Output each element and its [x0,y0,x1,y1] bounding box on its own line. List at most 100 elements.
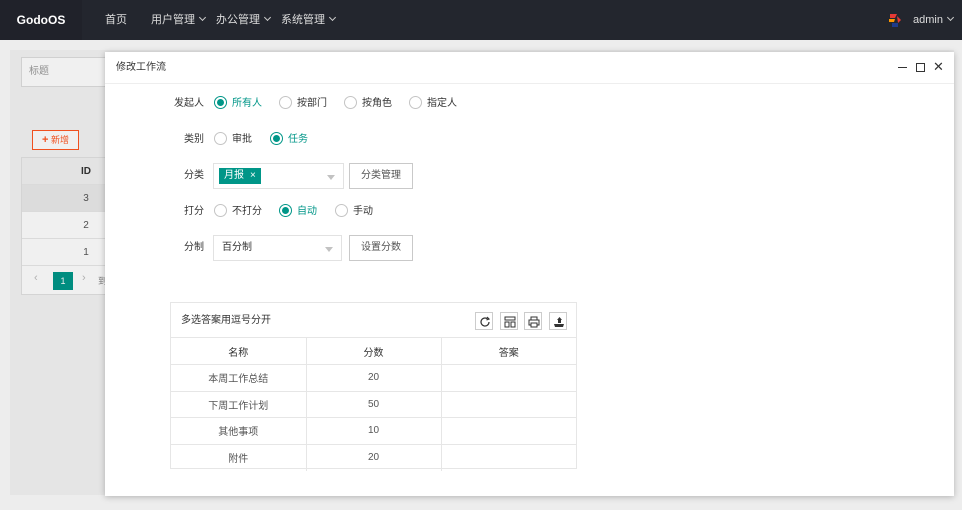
user-name: admin [913,14,943,26]
table-row[interactable]: 附件 20 [171,444,576,471]
category-row: 类别 审批 任务 [105,127,954,153]
classify-select[interactable]: 月报 × [213,163,344,189]
columns-button[interactable] [500,312,518,330]
radio-checked-icon [214,96,227,109]
edit-workflow-dialog: 修改工作流 ✕ 发起人 所有人 按部门 按角色 指定人 类别 审批 任务 分类 … [105,52,954,496]
chevron-down-icon [328,13,337,22]
score-grid: 名称 分数 答案 本周工作总结 20 下周工作计划 50 其他事项 10 附件 … [171,338,576,471]
table-title: 多选答案用逗号分开 [181,315,271,326]
nav-user-management-label: 用户管理 [151,14,195,26]
print-button[interactable] [524,312,542,330]
radio-category-approval[interactable]: 审批 [214,132,252,147]
chevron-down-icon [198,13,207,22]
avatar-icon[interactable] [886,11,904,29]
cell-score[interactable]: 50 [306,391,442,418]
table-row[interactable]: 其他事项 10 [171,417,576,445]
radio-initiator-all[interactable]: 所有人 [214,96,262,111]
radio-checked-icon [279,204,292,217]
radio-unchecked-icon [214,132,227,145]
print-icon [528,316,540,328]
radio-label: 自动 [297,206,317,218]
nav-system-management-label: 系统管理 [281,14,325,26]
cell-answer[interactable] [441,444,576,471]
initiator-label: 发起人 [174,98,204,109]
close-icon[interactable]: ✕ [933,59,944,75]
radio-label: 任务 [288,134,308,146]
chevron-down-icon [946,13,955,22]
nav-office-management[interactable]: 办公管理 [216,0,272,40]
column-header-answer[interactable]: 答案 [441,338,576,365]
minimize-icon[interactable] [898,67,907,68]
cell-name[interactable]: 下周工作计划 [171,391,307,418]
radio-initiator-person[interactable]: 指定人 [409,96,457,111]
column-header-name[interactable]: 名称 [171,338,307,365]
dropdown-caret-icon [327,175,335,180]
columns-icon [504,316,516,328]
radio-scoring-manual[interactable]: 手动 [335,204,373,219]
refresh-button[interactable] [475,312,493,330]
radio-category-task[interactable]: 任务 [270,132,308,147]
cell-answer[interactable] [441,391,576,418]
selected-tag: 月报 × [219,168,261,184]
scoring-label: 打分 [184,206,204,217]
nav-home[interactable]: 首页 [105,0,127,40]
tag-close-icon[interactable]: × [250,170,256,181]
classify-label: 分类 [184,170,204,181]
radio-label: 指定人 [427,98,457,110]
scale-row: 分制 百分制 设置分数 [105,235,954,261]
column-header-score[interactable]: 分数 [306,338,442,365]
dialog-header: 修改工作流 ✕ [105,52,954,84]
radio-unchecked-icon [214,204,227,217]
radio-scoring-none[interactable]: 不打分 [214,204,262,219]
radio-unchecked-icon [335,204,348,217]
top-navbar: GodoOS 首页 用户管理 办公管理 系统管理 admin [0,0,962,40]
radio-label: 所有人 [232,98,262,110]
set-score-button[interactable]: 设置分数 [349,235,413,261]
export-icon [554,317,564,327]
scale-select-value: 百分制 [222,242,252,253]
maximize-icon[interactable] [916,63,925,72]
radio-initiator-department[interactable]: 按部门 [279,96,327,111]
brand-logo[interactable]: GodoOS [0,0,82,40]
radio-unchecked-icon [409,96,422,109]
scoring-row: 打分 不打分 自动 手动 [105,199,954,225]
radio-label: 审批 [232,134,252,146]
nav-home-label: 首页 [105,14,127,26]
nav-user-management[interactable]: 用户管理 [151,0,207,40]
table-row[interactable]: 本周工作总结 20 [171,364,576,392]
radio-label: 按角色 [362,98,392,110]
dialog-title: 修改工作流 [116,62,166,73]
cell-name[interactable]: 其他事项 [171,417,307,445]
category-manage-button[interactable]: 分类管理 [349,163,413,189]
table-row[interactable]: 下周工作计划 50 [171,391,576,418]
refresh-icon [480,316,491,327]
cell-answer[interactable] [441,364,576,392]
initiator-row: 发起人 所有人 按部门 按角色 指定人 [105,91,954,117]
score-table: 多选答案用逗号分开 名称 分数 答案 本周工作总结 20 下周工作计划 50 其… [170,302,577,471]
cell-name[interactable]: 本周工作总结 [171,364,307,392]
scale-select[interactable]: 百分制 [213,235,342,261]
table-toolbar: 多选答案用逗号分开 [171,303,576,338]
chevron-down-icon [263,13,272,22]
radio-checked-icon [270,132,283,145]
dropdown-caret-icon [325,247,333,252]
nav-system-management[interactable]: 系统管理 [281,0,337,40]
radio-scoring-auto[interactable]: 自动 [279,204,317,219]
radio-label: 不打分 [232,206,262,218]
nav-office-management-label: 办公管理 [216,14,260,26]
cell-score[interactable]: 10 [306,417,442,445]
radio-label: 按部门 [297,98,327,110]
radio-initiator-role[interactable]: 按角色 [344,96,392,111]
cell-score[interactable]: 20 [306,444,442,471]
scale-label: 分制 [184,242,204,253]
user-menu[interactable]: admin [913,0,955,40]
cell-answer[interactable] [441,417,576,445]
category-label: 类别 [184,134,204,145]
cell-score[interactable]: 20 [306,364,442,392]
export-button[interactable] [549,312,567,330]
cell-name[interactable]: 附件 [171,444,307,471]
radio-unchecked-icon [344,96,357,109]
classify-row: 分类 月报 × 分类管理 [105,163,954,189]
table-header-row: 名称 分数 答案 [171,338,576,365]
radio-label: 手动 [353,206,373,218]
